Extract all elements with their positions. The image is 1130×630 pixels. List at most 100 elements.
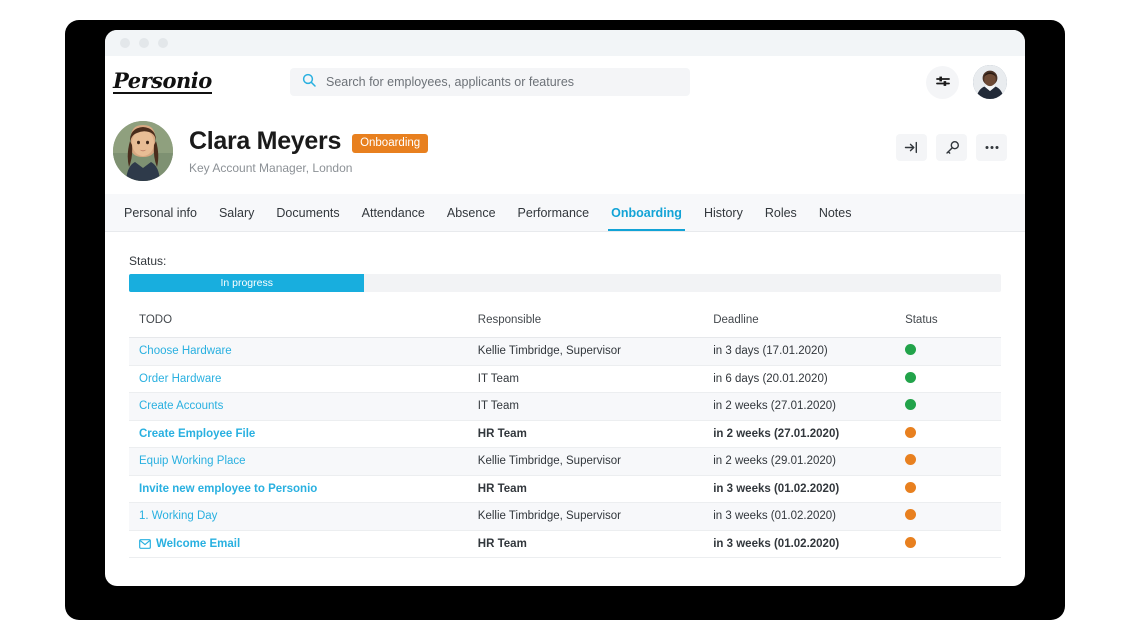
avatar[interactable]	[973, 65, 1007, 99]
onboarding-progress-bar: In progress	[129, 274, 1001, 292]
table-body: Choose Hardware Kellie Timbridge, Supervi…	[129, 337, 1001, 558]
tab-notes[interactable]: Notes	[808, 194, 863, 231]
todo-link[interactable]: Welcome Email	[139, 538, 478, 550]
table-row[interactable]: Welcome Email HR Team in 3 weeks (01.02.20…	[129, 530, 1001, 558]
table-row[interactable]: Create Accounts IT Team in 2 weeks (27.01.…	[129, 392, 1001, 421]
status-cell	[905, 475, 1001, 503]
status-badge: Onboarding	[352, 134, 429, 153]
deadline-cell: in 3 weeks (01.02.2020)	[713, 475, 906, 503]
mail-icon	[139, 538, 151, 549]
tab-label: Notes	[818, 205, 852, 220]
todo-link[interactable]: Order Hardware	[139, 373, 478, 385]
todo-label: Choose Hardware	[139, 345, 232, 358]
status-dot-orange	[905, 426, 917, 438]
todo-table: TODO Responsible Deadline Status Choose …	[129, 314, 1001, 558]
tab-performance[interactable]: Performance	[507, 194, 601, 231]
tab-label: Absence	[446, 205, 496, 220]
todo-link[interactable]: Invite new employee to Personio	[139, 483, 478, 495]
tab-personal-info[interactable]: Personal info	[113, 194, 208, 231]
progress-text: In progress	[220, 277, 273, 289]
table-header-row: TODO Responsible Deadline Status	[129, 314, 1001, 338]
todo-link[interactable]: Choose Hardware	[139, 345, 478, 357]
todo-link[interactable]: Create Accounts	[139, 400, 478, 412]
profile-tabs: Personal info Salary Documents Attendanc…	[105, 194, 1025, 232]
app-window: Personio Search for employees, applicant…	[105, 30, 1025, 586]
column-header-responsible: Responsible	[477, 314, 714, 338]
app-logo-text: Personio	[113, 68, 212, 94]
deadline-cell: in 6 days (20.01.2020)	[713, 365, 906, 393]
tab-label: Performance	[517, 205, 590, 220]
search-icon	[302, 73, 316, 92]
todo-label: Invite new employee to Personio	[139, 482, 318, 495]
column-header-status: Status	[905, 314, 1001, 338]
table-row[interactable]: Equip Working Place Kellie Timbridge, Sup…	[129, 447, 1001, 476]
deadline-cell: in 3 weeks (01.02.2020)	[713, 502, 906, 531]
progress-fill: In progress	[129, 274, 365, 292]
todo-cell[interactable]: 1. Working Day	[129, 502, 478, 531]
responsible-cell: IT Team	[477, 392, 714, 421]
sliders-icon[interactable]	[926, 65, 959, 99]
todo-link[interactable]: Equip Working Place	[139, 455, 478, 467]
permissions-button[interactable]	[936, 134, 967, 161]
todo-link[interactable]: Create Employee File	[139, 428, 478, 440]
todo-label: Create Employee File	[139, 427, 256, 440]
deadline-cell: in 2 weeks (27.01.2020)	[713, 420, 906, 448]
search-input[interactable]: Search for employees, applicants or feat…	[290, 68, 690, 96]
deadline-cell: in 2 weeks (27.01.2020)	[713, 392, 906, 421]
impersonate-button[interactable]	[896, 134, 927, 161]
table-row[interactable]: Invite new employee to Personio HR Team in…	[129, 475, 1001, 503]
responsible-cell: Kellie Timbridge, Supervisor	[477, 447, 714, 476]
todo-label: Order Hardware	[139, 372, 222, 385]
status-cell	[905, 502, 1001, 531]
status-cell	[905, 392, 1001, 421]
todo-cell[interactable]: Equip Working Place	[129, 447, 478, 476]
tab-label: Documents	[276, 205, 340, 220]
todo-cell[interactable]: Order Hardware	[129, 365, 478, 393]
todo-link[interactable]: 1. Working Day	[139, 510, 478, 522]
responsible-cell: HR Team	[477, 530, 714, 558]
window-titlebar	[105, 30, 1025, 56]
deadline-cell: in 3 weeks (01.02.2020)	[713, 530, 906, 558]
tab-label: Attendance	[361, 205, 425, 220]
tab-label: History	[703, 205, 743, 220]
status-dot-orange	[905, 454, 917, 466]
table-row[interactable]: Choose Hardware Kellie Timbridge, Supervi…	[129, 337, 1001, 366]
table-row[interactable]: 1. Working Day Kellie Timbridge, Supervis…	[129, 502, 1001, 531]
responsible-cell: HR Team	[477, 475, 714, 503]
todo-label: 1. Working Day	[139, 510, 218, 523]
window-maximize-dot[interactable]	[158, 38, 168, 48]
responsible-cell: IT Team	[477, 365, 714, 393]
deadline-cell: in 2 weeks (29.01.2020)	[713, 447, 906, 476]
todo-cell[interactable]: Choose Hardware	[129, 337, 478, 366]
todo-cell[interactable]: Invite new employee to Personio	[129, 475, 478, 503]
employee-avatar[interactable]	[113, 121, 173, 181]
status-cell	[905, 420, 1001, 448]
tab-history[interactable]: History	[693, 194, 754, 231]
app-logo[interactable]: Personio	[105, 70, 290, 94]
status-cell	[905, 447, 1001, 476]
tab-salary[interactable]: Salary	[208, 194, 265, 231]
todo-cell[interactable]: Create Accounts	[129, 392, 478, 421]
tab-label: Onboarding	[611, 205, 682, 220]
tab-roles[interactable]: Roles	[754, 194, 808, 231]
status-label: Status:	[129, 254, 167, 268]
onboarding-panel: Status: In progress TODO Responsible Dea…	[105, 232, 1025, 558]
profile-name-row: Clara Meyers Onboarding	[189, 127, 429, 156]
todo-cell[interactable]: Create Employee File	[129, 420, 478, 448]
tab-documents[interactable]: Documents	[265, 194, 350, 231]
profile-header: Clara Meyers Onboarding Key Account Mana…	[105, 108, 1025, 194]
top-navigation-bar: Personio Search for employees, applicant…	[105, 56, 1025, 108]
window-close-dot[interactable]	[120, 38, 130, 48]
tab-onboarding[interactable]: Onboarding	[600, 194, 693, 231]
table-row[interactable]: Create Employee File HR Team in 2 weeks (2…	[129, 420, 1001, 448]
tab-attendance[interactable]: Attendance	[351, 194, 436, 231]
todo-cell[interactable]: Welcome Email	[129, 530, 478, 558]
status-dot-orange	[905, 481, 917, 493]
tab-absence[interactable]: Absence	[436, 194, 507, 231]
profile-subtitle: Key Account Manager, London	[189, 161, 353, 175]
more-options-button[interactable]	[976, 134, 1007, 161]
deadline-cell: in 3 days (17.01.2020)	[713, 337, 906, 366]
table-row[interactable]: Order Hardware IT Team in 6 days (20.01.20…	[129, 365, 1001, 393]
profile-identity: Clara Meyers Onboarding Key Account Mana…	[189, 127, 429, 175]
window-minimize-dot[interactable]	[139, 38, 149, 48]
